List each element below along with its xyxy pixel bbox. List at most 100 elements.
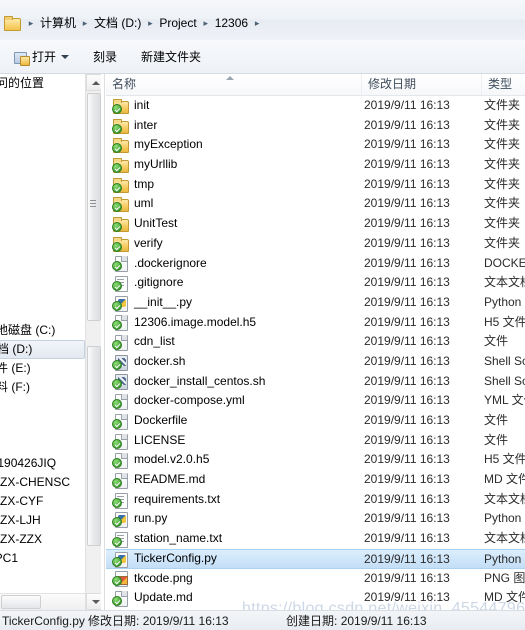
column-header-date-modified[interactable]: 修改日期 (362, 74, 482, 95)
navigation-pane[interactable]: 访问的位置本地磁盘 (C:) 文档 (D:) 软件 (E:) 资料 (F:) 20190… (0, 74, 85, 610)
file-row[interactable]: uml 2019/9/11 16:13 文件夹 (106, 194, 525, 214)
file-name-cell[interactable]: .gitignore (106, 273, 362, 293)
file-row[interactable]: .gitignore 2019/9/11 16:13 文本文档 (106, 273, 525, 293)
file-name-cell[interactable]: TickerConfig.py (106, 550, 362, 568)
navigation-pane-horizontal-scrollbar[interactable] (0, 593, 85, 610)
file-row[interactable]: Dockerfile 2019/9/11 16:13 文件 (106, 411, 525, 431)
file-row[interactable]: README.md 2019/9/11 16:13 MD 文件 (106, 470, 525, 490)
breadcrumb-item-project[interactable]: Project (157, 14, 198, 32)
open-button[interactable]: 打开 (6, 45, 76, 69)
file-type-cell: 文件 (484, 432, 509, 447)
file-row[interactable]: init 2019/9/11 16:13 文件夹 (106, 96, 525, 116)
file-name-cell[interactable]: .dockerignore (106, 254, 362, 274)
file-row[interactable]: station_name.txt 2019/9/11 16:13 文本文档 (106, 529, 525, 549)
nav-item-21[interactable]: XXZX-CHENSC (0, 473, 85, 492)
file-name-cell[interactable]: requirements.txt (106, 490, 362, 510)
navigation-scroll-grip-icon (90, 200, 96, 207)
nav-item-14[interactable]: 文档 (D:) (0, 340, 85, 359)
file-name-cell[interactable]: docker-compose.yml (106, 391, 362, 411)
file-row[interactable]: model.v2.0.h5 2019/9/11 16:13 H5 文件 (106, 450, 525, 470)
chevron-down-icon[interactable] (61, 54, 70, 59)
file-name-cell[interactable]: tmp (106, 175, 362, 195)
file-row[interactable]: Update.md 2019/9/11 16:13 MD 文件 (106, 588, 525, 608)
file-date-cell: 2019/9/11 16:13 (364, 452, 450, 467)
file-row[interactable]: docker.sh 2019/9/11 16:13 Shell Script (106, 352, 525, 372)
breadcrumb-item-12306[interactable]: 12306 (213, 14, 250, 32)
sh-icon (112, 373, 129, 391)
navigation-scroll-thumb[interactable] (87, 93, 101, 321)
file-name-cell[interactable]: 12306.image.model.h5 (106, 313, 362, 333)
breadcrumb-separator-2[interactable]: ▸ (143, 15, 157, 31)
file-row[interactable]: tmp 2019/9/11 16:13 文件夹 (106, 175, 525, 195)
burn-button[interactable]: 刻录 (86, 45, 124, 69)
new-folder-button[interactable]: 新建文件夹 (134, 45, 208, 69)
file-name-cell[interactable]: README.md (106, 470, 362, 490)
file-name-cell[interactable]: LICENSE (106, 431, 362, 451)
navigation-hscroll-thumb[interactable] (1, 595, 41, 609)
green-check-overlay-icon (112, 477, 122, 488)
pane-splitter[interactable] (101, 74, 105, 610)
file-list-pane[interactable]: 名称 修改日期 类型 init 2019/9/11 16:13 文件夹 inter 20… (106, 74, 525, 610)
breadcrumb-separator-1[interactable]: ▸ (78, 15, 92, 31)
file-name-cell[interactable]: model.v2.0.h5 (106, 450, 362, 470)
green-check-overlay-icon (112, 300, 122, 311)
scroll-up-arrow-icon[interactable] (86, 74, 102, 91)
scroll-down-arrow-icon[interactable] (86, 593, 102, 610)
breadcrumb-item-documents-d[interactable]: 文档 (D:) (92, 14, 143, 32)
breadcrumb-item-computer[interactable]: 计算机 (38, 14, 78, 32)
column-header-type[interactable]: 类型 (482, 74, 525, 95)
file-row[interactable]: docker_install_centos.sh 2019/9/11 16:13 S… (106, 372, 525, 392)
file-name-cell[interactable]: cdn_list (106, 332, 362, 352)
file-row[interactable]: UnitTest 2019/9/11 16:13 文件夹 (106, 214, 525, 234)
breadcrumb[interactable]: ▸ 计算机 ▸ 文档 (D:) ▸ Project ▸ 12306 ▸ (0, 12, 264, 34)
nav-item-16[interactable]: 资料 (F:) (0, 378, 85, 397)
file-row[interactable]: myException 2019/9/11 16:13 文件夹 (106, 135, 525, 155)
address-bar[interactable]: ▸ 计算机 ▸ 文档 (D:) ▸ Project ▸ 12306 ▸ (0, 0, 525, 40)
file-name-cell[interactable]: verify (106, 234, 362, 254)
file-name-cell[interactable]: myUrllib (106, 155, 362, 175)
file-name-cell[interactable]: Update.md (106, 588, 362, 608)
file-name-cell[interactable]: run.py (106, 509, 362, 529)
file-name-cell[interactable]: tkcode.png (106, 569, 362, 589)
breadcrumb-separator-4[interactable]: ▸ (250, 15, 264, 31)
nav-item-22[interactable]: XXZX-CYF (0, 492, 85, 511)
nav-item-13[interactable]: 本地磁盘 (C:) (0, 321, 85, 340)
nav-item-15[interactable]: 软件 (E:) (0, 359, 85, 378)
file-name-cell[interactable]: __init__.py (106, 293, 362, 313)
file-row[interactable]: __init__.py 2019/9/11 16:13 Python File (106, 293, 525, 313)
file-row[interactable]: inter 2019/9/11 16:13 文件夹 (106, 116, 525, 136)
file-row[interactable]: myUrllib 2019/9/11 16:13 文件夹 (106, 155, 525, 175)
file-name-cell[interactable]: init (106, 96, 362, 116)
file-row[interactable]: requirements.txt 2019/9/11 16:13 文本文档 (106, 490, 525, 510)
file-name-cell[interactable]: myException (106, 135, 362, 155)
file-row[interactable]: .dockerignore 2019/9/11 16:13 DOCKERIGNORE… (106, 254, 525, 274)
column-header-name[interactable]: 名称 (106, 74, 362, 95)
breadcrumb-separator-3[interactable]: ▸ (199, 15, 213, 31)
file-name-cell[interactable]: UnitTest (106, 214, 362, 234)
explorer-content: 访问的位置本地磁盘 (C:) 文档 (D:) 软件 (E:) 资料 (F:) 20190… (0, 74, 525, 610)
navigation-scroll-thumb-lower[interactable] (87, 346, 101, 546)
file-row[interactable]: cdn_list 2019/9/11 16:13 文件 (106, 332, 525, 352)
file-name-cell[interactable]: uml (106, 194, 362, 214)
file-row[interactable]: verify 2019/9/11 16:13 文件夹 (106, 234, 525, 254)
folder-icon (112, 98, 129, 114)
file-name-cell[interactable]: station_name.txt (106, 529, 362, 549)
file-name-cell[interactable]: inter (106, 116, 362, 136)
file-name-cell[interactable]: docker.sh (106, 352, 362, 372)
file-row[interactable]: run.py 2019/9/11 16:13 Python File (106, 509, 525, 529)
file-row[interactable]: 12306.image.model.h5 2019/9/11 16:13 H5 文件 (106, 313, 525, 333)
nav-item-23[interactable]: XXZX-LJH (0, 511, 85, 530)
navigation-pane-scrollbar[interactable] (85, 74, 102, 610)
file-name-cell[interactable]: Dockerfile (106, 411, 362, 431)
file-name-cell[interactable]: docker_install_centos.sh (106, 372, 362, 392)
nav-item-20[interactable]: 20190426JIQ (0, 454, 85, 473)
file-row[interactable]: TickerConfig.py 2019/9/11 16:13 Python Fil… (106, 548, 525, 569)
file-row[interactable]: LICENSE 2019/9/11 16:13 文件 (106, 431, 525, 451)
nav-item-25[interactable]: T-PC1 (0, 549, 85, 568)
file-row[interactable]: tkcode.png 2019/9/11 16:13 PNG 图像 (106, 569, 525, 589)
green-check-overlay-icon (112, 143, 122, 154)
nav-item-24[interactable]: XXZX-ZZX (0, 530, 85, 549)
file-row[interactable]: docker-compose.yml 2019/9/11 16:13 YML 文件 (106, 391, 525, 411)
